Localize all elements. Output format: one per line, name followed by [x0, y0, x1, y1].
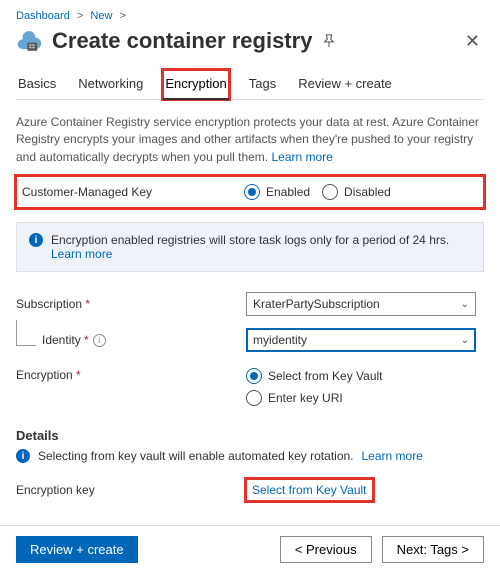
cmk-row: Customer-Managed Key Enabled Disabled	[16, 176, 484, 208]
identity-select[interactable]: myidentity ⌄	[246, 328, 476, 352]
pin-icon[interactable]	[322, 34, 336, 48]
chevron-down-icon: ⌄	[461, 335, 469, 346]
info-icon: i	[16, 449, 30, 463]
next-button[interactable]: Next: Tags >	[382, 536, 484, 563]
footer: Review + create < Previous Next: Tags >	[0, 525, 500, 577]
tabs: Basics Networking Encryption Tags Review…	[16, 70, 484, 100]
tab-tags[interactable]: Tags	[247, 70, 278, 99]
tab-review[interactable]: Review + create	[296, 70, 394, 99]
container-registry-icon	[16, 28, 42, 54]
cmk-label: Customer-Managed Key	[22, 185, 232, 199]
breadcrumb: Dashboard > New >	[16, 8, 484, 26]
details-heading: Details	[16, 428, 484, 443]
radio-icon	[244, 184, 260, 200]
breadcrumb-sep: >	[73, 10, 87, 22]
radio-icon	[246, 390, 262, 406]
review-create-button[interactable]: Review + create	[16, 536, 138, 563]
encryption-description: Azure Container Registry service encrypt…	[16, 114, 484, 166]
cmk-enabled-radio[interactable]: Enabled	[244, 184, 310, 200]
tab-encryption[interactable]: Encryption	[163, 70, 228, 99]
breadcrumb-sep: >	[115, 10, 129, 22]
details-learn-more-link[interactable]: Learn more	[362, 449, 423, 463]
cmk-disabled-radio[interactable]: Disabled	[322, 184, 391, 200]
subscription-label: Subscription *	[16, 297, 246, 311]
close-icon[interactable]: ✕	[461, 31, 484, 52]
learn-more-link[interactable]: Learn more	[271, 150, 332, 164]
banner-learn-more-link[interactable]: Learn more	[51, 247, 112, 261]
info-icon: i	[29, 233, 43, 247]
previous-button[interactable]: < Previous	[280, 536, 372, 563]
encryption-label: Encryption *	[16, 368, 246, 382]
details-info: i Selecting from key vault will enable a…	[16, 449, 484, 463]
identity-label: Identity * i	[16, 333, 246, 347]
radio-icon	[246, 368, 262, 384]
select-from-key-vault-link[interactable]: Select from Key Vault	[246, 479, 373, 501]
page-title: Create container registry	[52, 28, 312, 54]
encryption-key-label: Encryption key	[16, 483, 246, 497]
radio-icon	[322, 184, 338, 200]
info-banner: i Encryption enabled registries will sto…	[16, 222, 484, 272]
encryption-keyuri-radio[interactable]: Enter key URI	[246, 390, 383, 406]
encryption-keyvault-radio[interactable]: Select from Key Vault	[246, 368, 383, 384]
chevron-down-icon: ⌄	[461, 299, 469, 310]
breadcrumb-dashboard[interactable]: Dashboard	[16, 10, 70, 22]
breadcrumb-new[interactable]: New	[90, 10, 112, 22]
tab-basics[interactable]: Basics	[16, 70, 58, 99]
subscription-select[interactable]: KraterPartySubscription ⌄	[246, 292, 476, 316]
info-icon[interactable]: i	[93, 334, 106, 347]
tab-networking[interactable]: Networking	[76, 70, 145, 99]
